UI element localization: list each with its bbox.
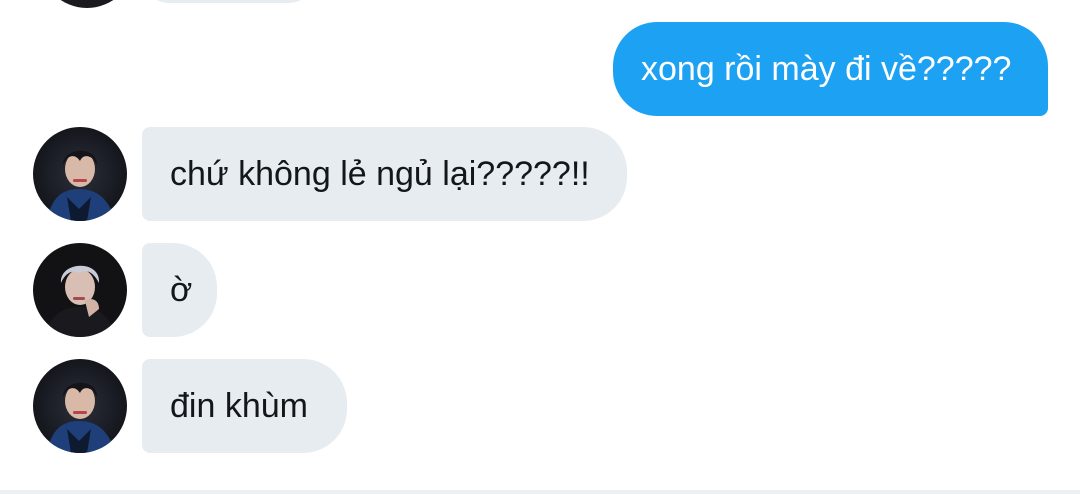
message-text: ờ xyxy=(170,271,193,309)
message-text: chứ không lẻ ngủ lại?????!! xyxy=(170,155,590,193)
previous-message-bubble[interactable] xyxy=(140,0,318,3)
previous-avatar[interactable] xyxy=(40,0,134,8)
sender-avatar-dark-hair[interactable] xyxy=(33,359,127,453)
chat-thread: xong rồi mày đi về????? chứ không lẻ ngủ… xyxy=(0,0,1080,494)
outgoing-message-bubble[interactable]: xong rồi mày đi về????? xyxy=(613,22,1048,116)
message-text: xong rồi mày đi về????? xyxy=(641,50,1012,88)
bottom-divider xyxy=(0,490,1080,494)
avatar-photo-silver-hair xyxy=(33,243,127,337)
message-text: đin khùm xyxy=(170,387,308,425)
avatar-photo-dark-hair xyxy=(33,359,127,453)
incoming-message-bubble[interactable]: đin khùm xyxy=(142,359,347,453)
sender-avatar-silver-hair[interactable] xyxy=(33,243,127,337)
avatar-photo-dark-hair xyxy=(33,127,127,221)
sender-avatar-dark-hair[interactable] xyxy=(33,127,127,221)
incoming-message-bubble[interactable]: ờ xyxy=(142,243,217,337)
incoming-message-bubble[interactable]: chứ không lẻ ngủ lại?????!! xyxy=(142,127,627,221)
